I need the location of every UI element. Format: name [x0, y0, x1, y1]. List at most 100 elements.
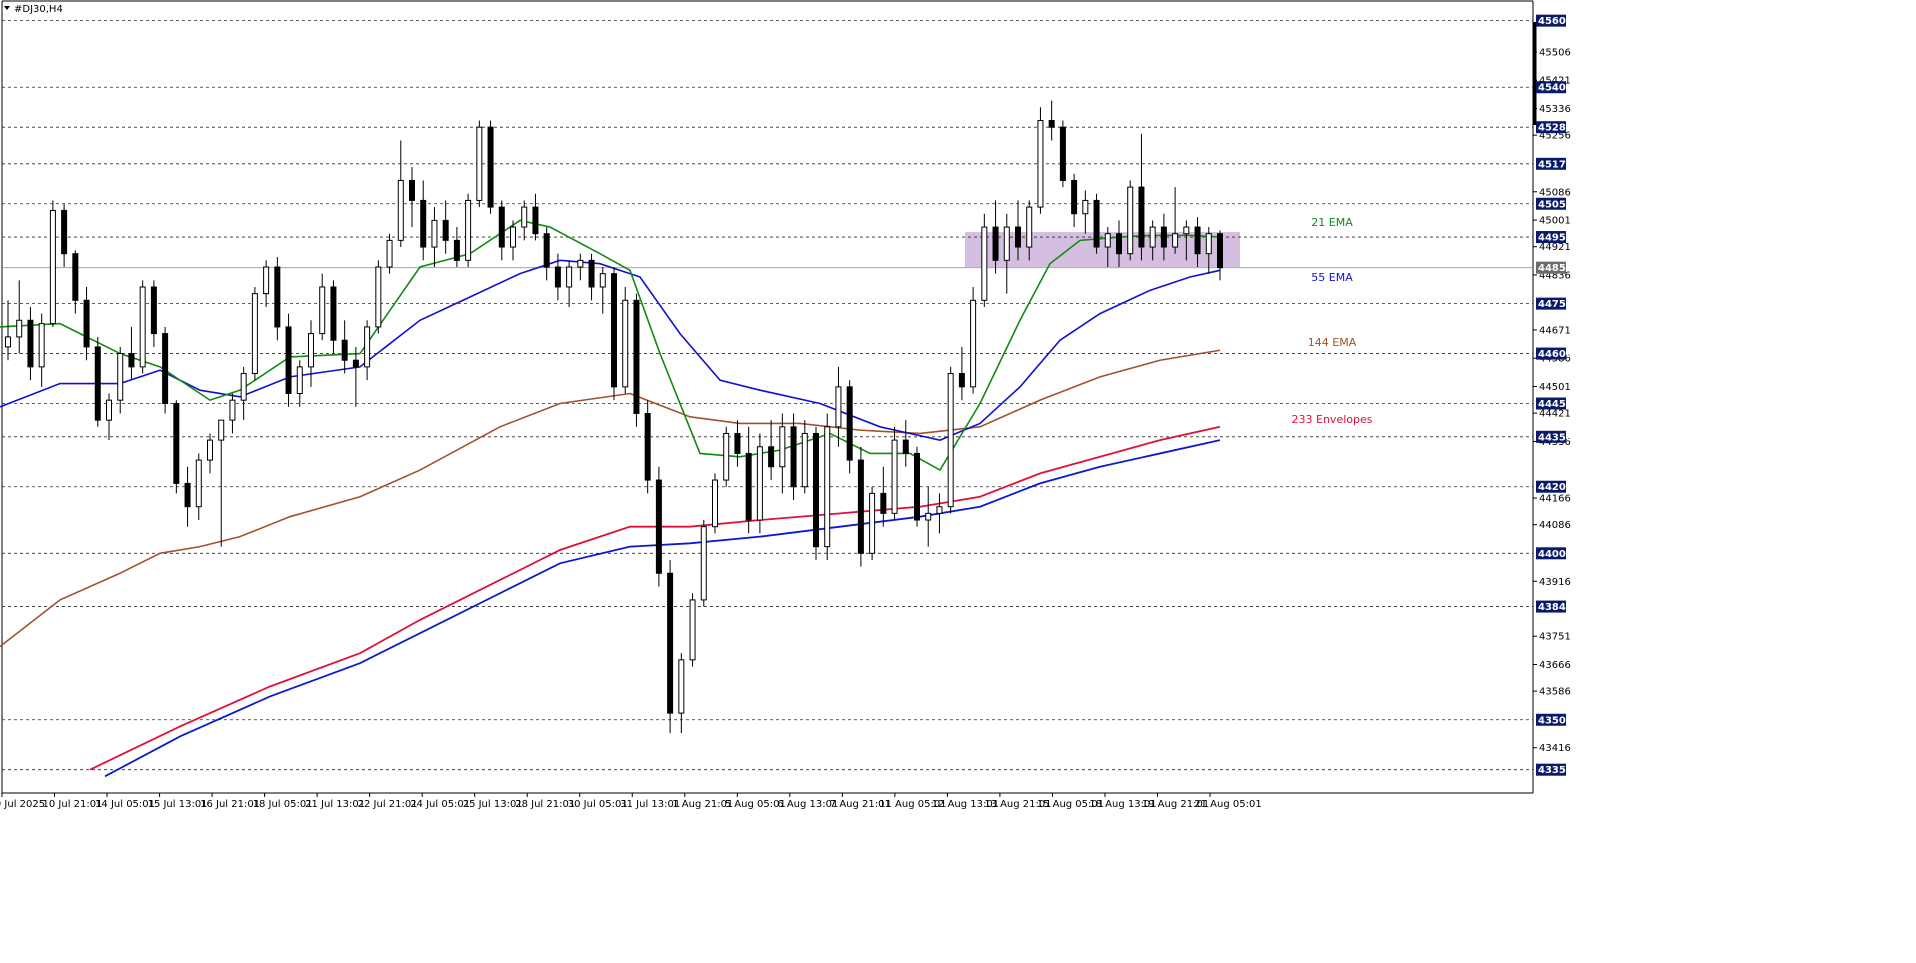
price-axis[interactable]: 4550645421453364525645086450014492144836…	[1533, 0, 1916, 963]
candle[interactable]	[532, 193, 539, 241]
candle[interactable]	[970, 286, 977, 394]
candle[interactable]	[1048, 100, 1055, 141]
price-level-badge[interactable]: 44950	[1536, 231, 1573, 244]
price-level-badge[interactable]: 43500	[1536, 713, 1573, 727]
time-axis[interactable]: 9 Jul 202510 Jul 21:0114 Jul 05:0115 Jul…	[0, 793, 1533, 963]
candle[interactable]	[914, 446, 920, 527]
candle[interactable]	[341, 320, 348, 374]
candle[interactable]	[1071, 173, 1078, 228]
price-level-badge[interactable]: 45170	[1536, 157, 1573, 171]
candle[interactable]	[1217, 230, 1223, 281]
candle[interactable]	[229, 393, 236, 434]
candle[interactable]	[599, 267, 606, 314]
candle[interactable]	[880, 466, 887, 527]
candle[interactable]	[813, 426, 819, 560]
candle[interactable]	[352, 346, 359, 407]
price-level-badge[interactable]: 44200	[1536, 480, 1573, 494]
candle[interactable]	[1093, 193, 1100, 254]
candle[interactable]	[745, 426, 752, 534]
candle[interactable]	[94, 336, 101, 427]
candle[interactable]	[296, 360, 303, 407]
candle[interactable]	[128, 326, 135, 381]
candle[interactable]	[667, 559, 674, 734]
candle[interactable]	[1059, 120, 1066, 188]
candle[interactable]	[330, 280, 337, 354]
candle[interactable]	[644, 400, 651, 494]
candle[interactable]	[308, 320, 314, 387]
candle[interactable]	[577, 253, 584, 281]
candle[interactable]	[218, 419, 225, 547]
candle[interactable]	[364, 320, 371, 381]
candle[interactable]	[846, 380, 853, 474]
candle[interactable]	[184, 466, 191, 527]
candles[interactable]	[5, 100, 1223, 734]
current-price-badge[interactable]: 44858	[1536, 261, 1573, 275]
candle[interactable]	[139, 280, 146, 374]
candle[interactable]	[700, 520, 707, 607]
candle[interactable]	[465, 193, 472, 268]
candle[interactable]	[409, 167, 415, 228]
candle[interactable]	[240, 366, 247, 421]
candle[interactable]	[723, 426, 730, 487]
candle[interactable]	[285, 313, 292, 407]
candle[interactable]	[1138, 133, 1145, 261]
price-level-badge[interactable]: 44000	[1536, 547, 1573, 560]
candle[interactable]	[1082, 190, 1089, 234]
candle[interactable]	[521, 200, 528, 241]
candle[interactable]	[61, 203, 68, 268]
price-level-badge[interactable]: 44450	[1536, 397, 1573, 411]
price-level-badge[interactable]: 44750	[1536, 297, 1573, 311]
candle[interactable]	[981, 213, 988, 307]
candle[interactable]	[801, 420, 808, 494]
candle[interactable]	[947, 366, 954, 514]
chart-canvas[interactable]: 21 EMA 55 EMA 144 EMA 233 Envelopes 45506 45…	[0, 0, 1916, 963]
candle[interactable]	[734, 420, 741, 467]
candle[interactable]	[835, 366, 842, 447]
candle[interactable]	[1037, 107, 1044, 214]
candle[interactable]	[611, 267, 617, 401]
candle[interactable]	[779, 413, 786, 494]
candle[interactable]	[1127, 180, 1134, 261]
candle[interactable]	[756, 433, 763, 534]
candle[interactable]	[543, 227, 550, 281]
candle[interactable]	[207, 433, 213, 474]
candle[interactable]	[420, 180, 427, 261]
candle[interactable]	[375, 260, 382, 334]
candle[interactable]	[498, 200, 505, 261]
candle[interactable]	[633, 293, 640, 427]
candle[interactable]	[891, 426, 898, 521]
candle[interactable]	[162, 326, 169, 414]
candle[interactable]	[38, 313, 45, 387]
candle[interactable]	[1172, 187, 1179, 254]
price-level-badge[interactable]: 45050	[1536, 197, 1573, 211]
candle[interactable]	[150, 280, 157, 347]
candle[interactable]	[195, 453, 202, 521]
price-level-badge[interactable]: 44600	[1536, 347, 1573, 361]
candle[interactable]	[263, 260, 270, 307]
candle[interactable]	[712, 473, 718, 534]
candle[interactable]	[106, 393, 112, 441]
candle[interactable]	[925, 486, 932, 547]
price-level-badge[interactable]: 43350	[1536, 763, 1573, 777]
candle[interactable]	[857, 446, 864, 567]
candle[interactable]	[72, 250, 79, 314]
price-level-badge[interactable]: 45600	[1536, 14, 1573, 28]
candle[interactable]	[173, 400, 180, 494]
candle[interactable]	[655, 466, 662, 587]
candle[interactable]	[251, 286, 258, 381]
candle[interactable]	[566, 260, 573, 307]
candle[interactable]	[5, 300, 11, 361]
candle[interactable]	[83, 286, 90, 361]
candle[interactable]	[431, 207, 438, 268]
price-level-badge[interactable]: 44350	[1536, 430, 1573, 444]
candle[interactable]	[453, 227, 460, 268]
candle[interactable]	[49, 200, 56, 327]
candle[interactable]	[397, 140, 404, 248]
candle[interactable]	[1003, 213, 1010, 294]
candle[interactable]	[689, 593, 696, 667]
candle[interactable]	[958, 346, 965, 401]
candle[interactable]	[790, 413, 797, 501]
candle[interactable]	[678, 653, 685, 734]
candle[interactable]	[319, 273, 326, 341]
candle[interactable]	[902, 420, 909, 467]
